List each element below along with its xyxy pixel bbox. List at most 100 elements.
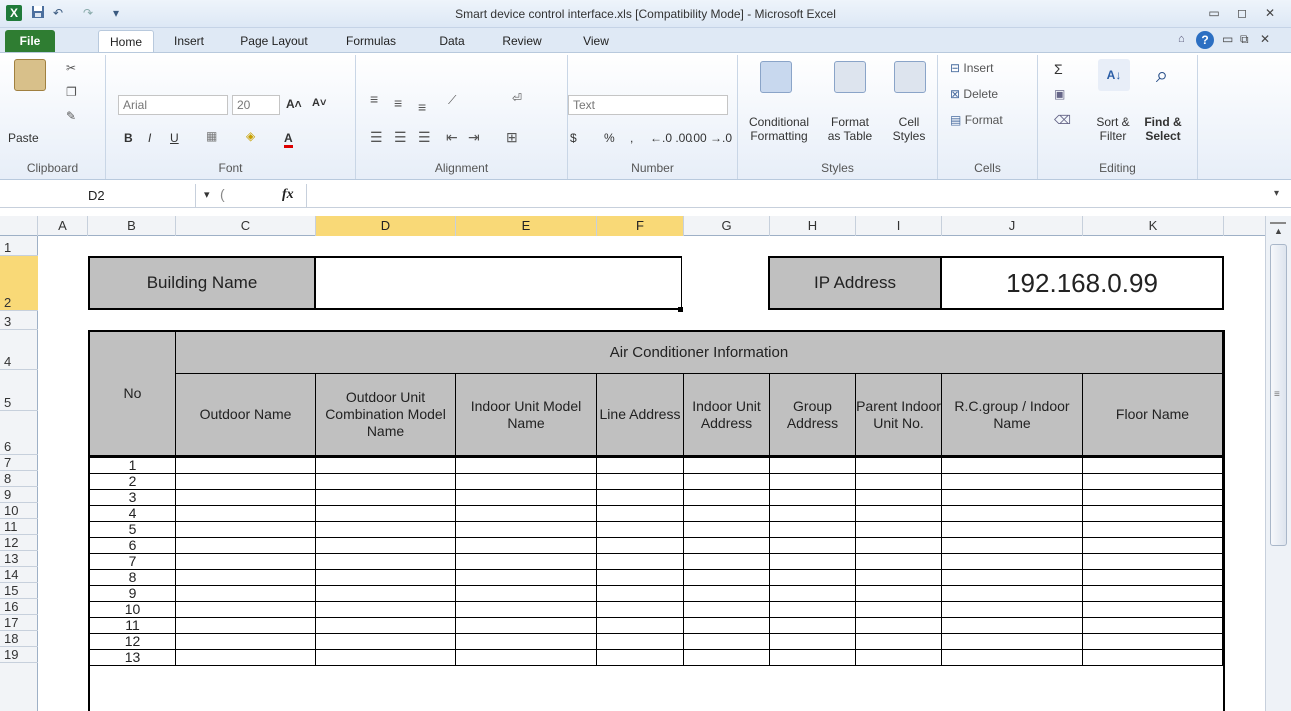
data-cell[interactable] xyxy=(770,618,856,634)
workbook-restore-icon[interactable]: ⧉ xyxy=(1240,32,1249,47)
data-cell[interactable] xyxy=(942,586,1083,602)
shrink-font-button[interactable]: A˅ xyxy=(312,97,326,109)
data-cell[interactable] xyxy=(770,522,856,538)
data-cell[interactable] xyxy=(942,570,1083,586)
column-header-g[interactable]: G xyxy=(684,216,770,236)
data-cell[interactable] xyxy=(1083,506,1223,522)
paste-icon[interactable] xyxy=(14,59,46,91)
data-cell[interactable] xyxy=(176,474,316,490)
fill-color-icon[interactable]: ◈ xyxy=(246,129,255,143)
row-number-cell[interactable]: 11 xyxy=(90,618,176,634)
underline-button[interactable]: U xyxy=(170,131,179,145)
tab-page-layout[interactable]: Page Layout xyxy=(234,30,314,52)
data-cell[interactable] xyxy=(684,490,770,506)
data-cell[interactable] xyxy=(597,618,684,634)
row-header-19[interactable]: 19 xyxy=(0,647,38,663)
data-cell[interactable] xyxy=(456,602,597,618)
row-number-cell[interactable]: 2 xyxy=(90,474,176,490)
column-header-c[interactable]: C xyxy=(176,216,316,236)
align-left-icon[interactable]: ☰ xyxy=(370,129,383,146)
data-cell[interactable] xyxy=(856,522,942,538)
clear-icon[interactable]: ⌫ xyxy=(1054,113,1071,127)
row-number-cell[interactable]: 3 xyxy=(90,490,176,506)
row-header-3[interactable]: 3 xyxy=(0,311,38,330)
grow-font-button[interactable]: A˄ xyxy=(286,97,302,111)
select-all-corner[interactable] xyxy=(0,216,38,236)
cell-styles-icon[interactable] xyxy=(894,61,926,93)
column-header-j[interactable]: J xyxy=(942,216,1083,236)
data-cell[interactable] xyxy=(316,602,456,618)
data-cell[interactable] xyxy=(176,554,316,570)
data-cell[interactable] xyxy=(1083,538,1223,554)
data-cell[interactable] xyxy=(942,506,1083,522)
data-cell[interactable] xyxy=(456,506,597,522)
row-number-cell[interactable]: 6 xyxy=(90,538,176,554)
tab-data[interactable]: Data xyxy=(432,30,472,52)
data-cell[interactable] xyxy=(456,650,597,666)
sort-filter-button[interactable]: Sort & Filter xyxy=(1086,115,1140,143)
scroll-up-icon[interactable]: ▲ xyxy=(1274,226,1283,236)
data-cell[interactable] xyxy=(597,554,684,570)
top-align-icon[interactable]: ≡ xyxy=(370,91,378,107)
bottom-align-icon[interactable]: ≡ xyxy=(418,99,426,115)
data-cell[interactable] xyxy=(942,458,1083,474)
minimize-button[interactable]: ▭ xyxy=(1200,3,1228,23)
format-as-table-button[interactable]: Format as Table xyxy=(820,115,880,143)
building-name-input[interactable] xyxy=(314,256,682,310)
data-cell[interactable] xyxy=(770,602,856,618)
data-cell[interactable] xyxy=(856,618,942,634)
data-cell[interactable] xyxy=(597,586,684,602)
data-cell[interactable] xyxy=(597,570,684,586)
data-cell[interactable] xyxy=(684,522,770,538)
restore-button[interactable]: ◻ xyxy=(1228,3,1256,23)
find-select-button[interactable]: Find & Select xyxy=(1138,115,1188,143)
column-header-b[interactable]: B xyxy=(88,216,176,236)
data-cell[interactable] xyxy=(1083,554,1223,570)
data-cell[interactable] xyxy=(176,522,316,538)
percent-button[interactable]: % xyxy=(604,131,615,145)
bold-button[interactable]: B xyxy=(124,131,133,145)
fill-handle[interactable] xyxy=(678,307,683,312)
column-header-f[interactable]: F xyxy=(597,216,684,236)
fill-icon[interactable]: ▣ xyxy=(1054,87,1065,101)
format-as-table-icon[interactable] xyxy=(834,61,866,93)
column-header-k[interactable]: K xyxy=(1083,216,1224,236)
data-cell[interactable] xyxy=(684,618,770,634)
row-header-9[interactable]: 9 xyxy=(0,487,38,503)
orientation-icon[interactable]: ⟋ xyxy=(448,93,456,108)
row-header-7[interactable]: 7 xyxy=(0,455,38,471)
data-cell[interactable] xyxy=(942,618,1083,634)
conditional-formatting-icon[interactable] xyxy=(760,61,792,93)
data-cell[interactable] xyxy=(856,570,942,586)
row-header-14[interactable]: 14 xyxy=(0,567,38,583)
data-cell[interactable] xyxy=(684,586,770,602)
center-icon[interactable]: ☰ xyxy=(394,129,407,146)
font-color-button[interactable]: A xyxy=(284,131,293,148)
middle-align-icon[interactable]: ≡ xyxy=(394,95,402,111)
data-cell[interactable] xyxy=(316,586,456,602)
decrease-decimal-button[interactable]: .00 →.0 xyxy=(690,131,732,145)
expand-formula-bar-icon[interactable]: ▾ xyxy=(1274,188,1279,199)
minimize-ribbon-icon[interactable]: ⌂ xyxy=(1178,33,1185,45)
data-cell[interactable] xyxy=(942,490,1083,506)
close-button[interactable]: ✕ xyxy=(1256,3,1284,23)
copy-icon[interactable]: ❐ xyxy=(66,85,77,99)
data-cell[interactable] xyxy=(456,522,597,538)
data-cell[interactable] xyxy=(942,634,1083,650)
autosum-button[interactable]: Σ xyxy=(1054,61,1063,77)
row-header-5[interactable]: 5 xyxy=(0,370,38,411)
data-cell[interactable] xyxy=(684,634,770,650)
tab-insert[interactable]: Insert xyxy=(166,30,212,52)
format-painter-icon[interactable]: ✎ xyxy=(66,109,76,123)
row-header-6[interactable]: 6 xyxy=(0,411,38,455)
sort-filter-icon[interactable]: A↓ xyxy=(1098,59,1130,91)
data-cell[interactable] xyxy=(316,570,456,586)
data-cell[interactable] xyxy=(176,650,316,666)
data-cell[interactable] xyxy=(856,474,942,490)
data-cell[interactable] xyxy=(1083,634,1223,650)
row-number-cell[interactable]: 8 xyxy=(90,570,176,586)
data-cell[interactable] xyxy=(597,602,684,618)
data-cell[interactable] xyxy=(316,490,456,506)
data-cell[interactable] xyxy=(856,538,942,554)
increase-indent-icon[interactable]: ⇥ xyxy=(468,129,480,146)
